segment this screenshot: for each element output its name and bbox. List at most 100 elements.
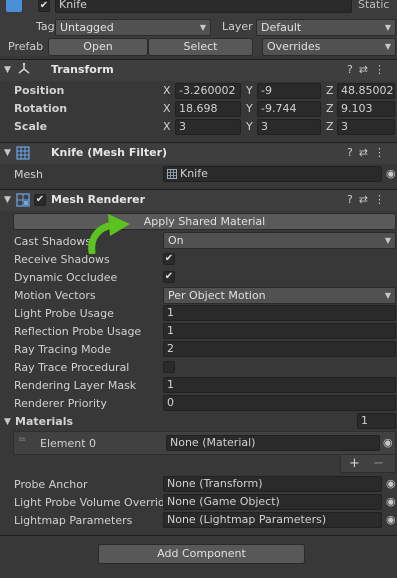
mesh-filter-title: Knife (Mesh Filter) — [51, 146, 168, 159]
mesh-field[interactable]: Knife — [163, 166, 382, 182]
lightmap-parameters-field[interactable]: None (Lightmap Parameters) — [163, 512, 382, 528]
light-probe-usage-label: Light Probe Usage — [14, 307, 114, 320]
mesh-icon — [167, 169, 177, 181]
scale-y-axis[interactable]: Y — [246, 120, 253, 133]
light-probe-volume-override-field[interactable]: None (Game Object) — [163, 494, 382, 510]
element0-field[interactable]: None (Material) — [166, 435, 380, 451]
receive-shadows-checkbox[interactable]: ✔ — [163, 253, 175, 265]
position-y-axis[interactable]: Y — [246, 84, 253, 97]
scale-z-axis[interactable]: Z — [326, 120, 334, 133]
active-checkbox[interactable]: ✔ — [38, 0, 50, 12]
rotation-y-field[interactable]: -9.744 — [257, 101, 321, 117]
divider — [0, 535, 397, 536]
prefab-open-button[interactable]: Open — [48, 38, 148, 56]
ray-trace-procedural-checkbox[interactable] — [163, 361, 175, 373]
light-probe-usage-field[interactable]: 1 — [163, 305, 396, 321]
mesh-filter-icon — [16, 146, 30, 163]
position-x-field[interactable]: -3.260002 — [175, 83, 241, 99]
rotation-x-axis[interactable]: X — [163, 102, 171, 115]
cast-shadows-dropdown[interactable]: On ▼ — [163, 232, 396, 249]
reflection-probe-usage-field[interactable]: 1 — [163, 323, 396, 339]
motion-vectors-label: Motion Vectors — [14, 289, 96, 302]
add-component-button[interactable]: Add Component — [98, 544, 305, 564]
settings-icon[interactable]: ⇄ — [359, 63, 374, 76]
header-actions: ?⇄⋮ — [347, 63, 391, 76]
chevron-down-icon: ▼ — [384, 236, 391, 245]
object-picker-icon[interactable]: ◉ — [386, 167, 396, 180]
chevron-down-icon: ▼ — [199, 23, 206, 32]
help-icon[interactable]: ? — [347, 193, 359, 206]
motion-vectors-dropdown[interactable]: Per Object Motion ▼ — [163, 287, 396, 304]
settings-icon[interactable]: ⇄ — [359, 193, 374, 206]
prefab-label: Prefab — [8, 40, 44, 53]
static-toggle[interactable]: Static — [358, 0, 389, 11]
rotation-x-field[interactable]: 18.698 — [175, 101, 241, 117]
receive-shadows-label: Receive Shadows — [14, 253, 110, 266]
position-y-field[interactable]: -9 — [257, 83, 321, 99]
add-element-icon[interactable]: + — [349, 456, 360, 471]
materials-foldout-icon[interactable]: ▼ — [4, 417, 11, 427]
menu-icon[interactable]: ⋮ — [374, 63, 391, 76]
layer-label: Layer — [222, 20, 253, 33]
drag-handle-icon[interactable]: = — [18, 434, 26, 445]
rotation-z-field[interactable]: 9.103 — [337, 101, 395, 117]
mesh-label: Mesh — [14, 168, 43, 181]
foldout-icon[interactable]: ▼ — [4, 148, 11, 158]
dynamic-occludee-label: Dynamic Occludee — [14, 271, 118, 284]
scale-y-field[interactable]: 3 — [257, 119, 321, 135]
mesh-renderer-header[interactable]: ▼ ✔ Mesh Renderer ?⇄⋮ — [0, 189, 397, 211]
scale-x-field[interactable]: 3 — [175, 119, 241, 135]
renderer-priority-field[interactable]: 0 — [163, 395, 396, 411]
object-picker-icon[interactable]: ◉ — [386, 495, 396, 508]
tag-dropdown[interactable]: Untagged ▼ — [55, 19, 211, 36]
element0-label: Element 0 — [40, 437, 97, 450]
mesh-renderer-enabled-checkbox[interactable]: ✔ — [34, 194, 46, 206]
gameobject-name-field[interactable]: Knife — [55, 0, 352, 13]
menu-icon[interactable]: ⋮ — [374, 146, 391, 159]
transform-title: Transform — [51, 63, 114, 76]
position-z-axis[interactable]: Z — [326, 84, 334, 97]
mesh-renderer-icon — [16, 193, 30, 210]
probe-anchor-label: Probe Anchor — [14, 478, 88, 491]
chevron-down-icon: ▼ — [384, 291, 391, 300]
probe-anchor-field[interactable]: None (Transform) — [163, 476, 382, 492]
apply-shared-material-button[interactable]: Apply Shared Material — [13, 213, 396, 230]
menu-icon[interactable]: ⋮ — [374, 193, 391, 206]
object-picker-icon[interactable]: ◉ — [386, 513, 396, 526]
scale-z-field[interactable]: 3 — [337, 119, 395, 135]
ray-tracing-mode-field[interactable]: 2 — [163, 341, 396, 357]
header-actions: ?⇄⋮ — [347, 146, 391, 159]
position-z-field[interactable]: 48.85002 — [337, 83, 395, 99]
help-icon[interactable]: ? — [347, 63, 359, 76]
settings-icon[interactable]: ⇄ — [359, 146, 374, 159]
header-actions: ?⇄⋮ — [347, 193, 391, 206]
materials-label: Materials — [15, 415, 74, 428]
lightmap-parameters-label: Lightmap Parameters — [14, 514, 133, 527]
tag-label: Tag — [36, 20, 55, 33]
scale-label: Scale — [14, 120, 48, 133]
mesh-filter-header[interactable]: ▼ Knife (Mesh Filter) ?⇄⋮ — [0, 142, 397, 164]
object-picker-icon[interactable]: ◉ — [383, 436, 393, 449]
rotation-y-axis[interactable]: Y — [246, 102, 253, 115]
materials-count-field[interactable]: 1 — [357, 413, 396, 429]
chevron-down-icon: ▼ — [384, 42, 391, 51]
gameobject-icon — [6, 0, 22, 12]
chevron-down-icon: ▼ — [384, 23, 391, 32]
mesh-renderer-title: Mesh Renderer — [51, 193, 146, 206]
prefab-overrides-dropdown[interactable]: Overrides ▼ — [262, 38, 396, 56]
foldout-icon[interactable]: ▼ — [4, 65, 11, 75]
object-picker-icon[interactable]: ◉ — [386, 477, 396, 490]
help-icon[interactable]: ? — [347, 146, 359, 159]
transform-header[interactable]: ▼ Transform ?⇄⋮ — [0, 59, 397, 81]
scale-x-axis[interactable]: X — [163, 120, 171, 133]
rotation-z-axis[interactable]: Z — [326, 102, 334, 115]
layer-dropdown[interactable]: Default ▼ — [256, 19, 396, 36]
dynamic-occludee-checkbox[interactable]: ✔ — [163, 271, 175, 283]
arrow-annotation-icon — [88, 214, 130, 254]
ray-trace-procedural-label: Ray Trace Procedural — [14, 361, 130, 374]
foldout-icon[interactable]: ▼ — [4, 195, 11, 205]
remove-element-icon[interactable]: − — [373, 456, 384, 471]
rendering-layer-mask-field[interactable]: 1 — [163, 377, 396, 393]
position-x-axis[interactable]: X — [163, 84, 171, 97]
prefab-select-button[interactable]: Select — [148, 38, 253, 56]
